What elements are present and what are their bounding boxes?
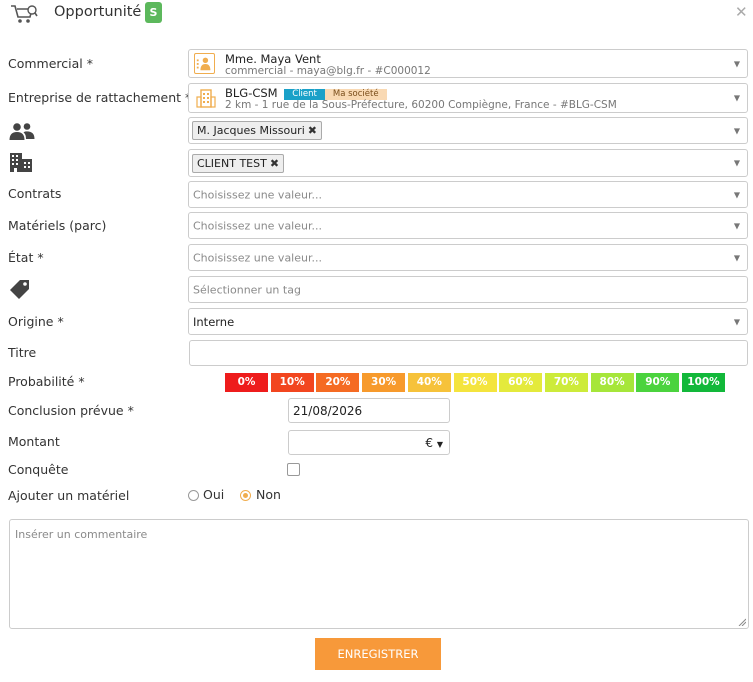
probability-option[interactable]: 10% [270,373,314,392]
tag-input[interactable]: Sélectionner un tag [188,276,748,303]
materiels-select[interactable]: Choisissez une valeur... ▼ [188,212,748,239]
materiels-label: Matériels (parc) [8,218,107,233]
conquete-checkbox[interactable] [287,463,300,476]
societes-select[interactable]: CLIENT TEST ✖ ▼ [188,149,748,177]
chevron-down-icon: ▼ [733,158,740,168]
chevron-down-icon: ▼ [733,93,740,103]
resize-handle-icon[interactable] [738,618,746,626]
entreprise-label: Entreprise de rattachement * [8,90,192,105]
entreprise-name: BLG-CSM [225,86,278,100]
societe-chip-label: CLIENT TEST [197,157,267,170]
chevron-down-icon: ▼ [733,59,740,68]
societe-chip: CLIENT TEST ✖ [192,154,285,173]
contrats-label: Contrats [8,186,62,201]
entreprise-address: 2 km - 1 rue de la Sous-Préfecture, 6020… [225,99,617,111]
tag-placeholder: Sélectionner un tag [193,283,301,296]
tag-icon [10,280,29,299]
titre-input[interactable] [189,340,748,366]
company-icon [10,153,32,172]
conclusion-label: Conclusion prévue * [8,403,134,418]
currency-symbol: € [425,436,434,450]
building-icon [196,89,216,108]
users-icon [9,123,35,140]
contacts-select[interactable]: M. Jacques Missouri ✖ ▼ [188,117,748,144]
entreprise-name-line: BLG-CSM Client Ma société [225,86,387,100]
commercial-label: Commercial * [8,56,93,71]
probability-option[interactable]: 30% [362,373,406,392]
probability-option[interactable]: 100% [682,373,725,392]
radio-non[interactable] [240,490,251,501]
probability-option[interactable]: 60% [499,373,543,392]
comment-textarea[interactable]: Insérer un commentaire [9,519,749,629]
chevron-down-icon: ▼ [733,190,740,199]
origine-label: Origine * [8,314,64,329]
chevron-down-icon: ▼ [733,126,740,135]
remove-chip-icon[interactable]: ✖ [270,157,279,170]
conclusion-date-value: 21/08/2026 [293,404,363,418]
conquete-label: Conquête [8,462,69,477]
chevron-down-icon: ▼ [733,317,740,326]
shopping-cart-icon [11,5,38,23]
origine-select[interactable]: Interne ▼ [188,308,748,335]
close-icon[interactable]: ✕ [735,3,748,21]
comment-placeholder: Insérer un commentaire [15,528,148,541]
ajouter-materiel-label: Ajouter un matériel [8,488,130,503]
etat-label: État * [8,250,44,265]
probability-option[interactable]: 50% [453,373,497,392]
contact-chip-label: M. Jacques Missouri [197,124,305,137]
chevron-down-icon: ▼ [733,253,740,262]
status-badge: S [145,2,162,23]
probability-option[interactable]: 70% [544,373,588,392]
dialog-header: Opportunité S ✕ [0,0,753,28]
radio-non-label: Non [256,487,281,502]
etat-placeholder: Choisissez une valeur... [193,251,322,264]
radio-oui-label: Oui [203,487,225,502]
person-avatar-icon [194,53,215,74]
contrats-select[interactable]: Choisissez une valeur... ▼ [188,181,748,208]
entreprise-select[interactable]: BLG-CSM Client Ma société 2 km - 1 rue de… [188,83,748,113]
montant-input[interactable]: € ▼ [288,430,450,455]
probability-option[interactable]: 20% [316,373,360,392]
probability-option[interactable]: 90% [636,373,680,392]
conclusion-date-input[interactable]: 21/08/2026 [288,398,450,423]
remove-chip-icon[interactable]: ✖ [308,124,317,137]
commercial-details: commercial - maya@blg.fr - #C000012 [225,65,431,77]
materiels-placeholder: Choisissez une valeur... [193,219,322,232]
contact-chip: M. Jacques Missouri ✖ [192,121,322,140]
titre-label: Titre [8,345,37,360]
montant-label: Montant [8,434,60,449]
currency-select[interactable]: € ▼ [425,436,443,450]
save-button[interactable]: ENREGISTRER [315,638,441,670]
dialog-title: Opportunité [54,4,142,20]
contrats-placeholder: Choisissez une valeur... [193,188,322,201]
probability-option[interactable]: 80% [590,373,634,392]
chevron-down-icon: ▼ [436,440,443,449]
origine-value: Interne [193,314,235,329]
commercial-name: Mme. Maya Vent [225,52,321,66]
commercial-select[interactable]: Mme. Maya Vent commercial - maya@blg.fr … [188,49,748,78]
radio-oui[interactable] [188,490,199,501]
probabilite-label: Probabilité * [8,374,85,389]
chevron-down-icon: ▼ [733,221,740,230]
probability-option[interactable]: 0% [225,373,268,392]
probability-option[interactable]: 40% [407,373,451,392]
etat-select[interactable]: Choisissez une valeur... ▼ [188,244,748,271]
